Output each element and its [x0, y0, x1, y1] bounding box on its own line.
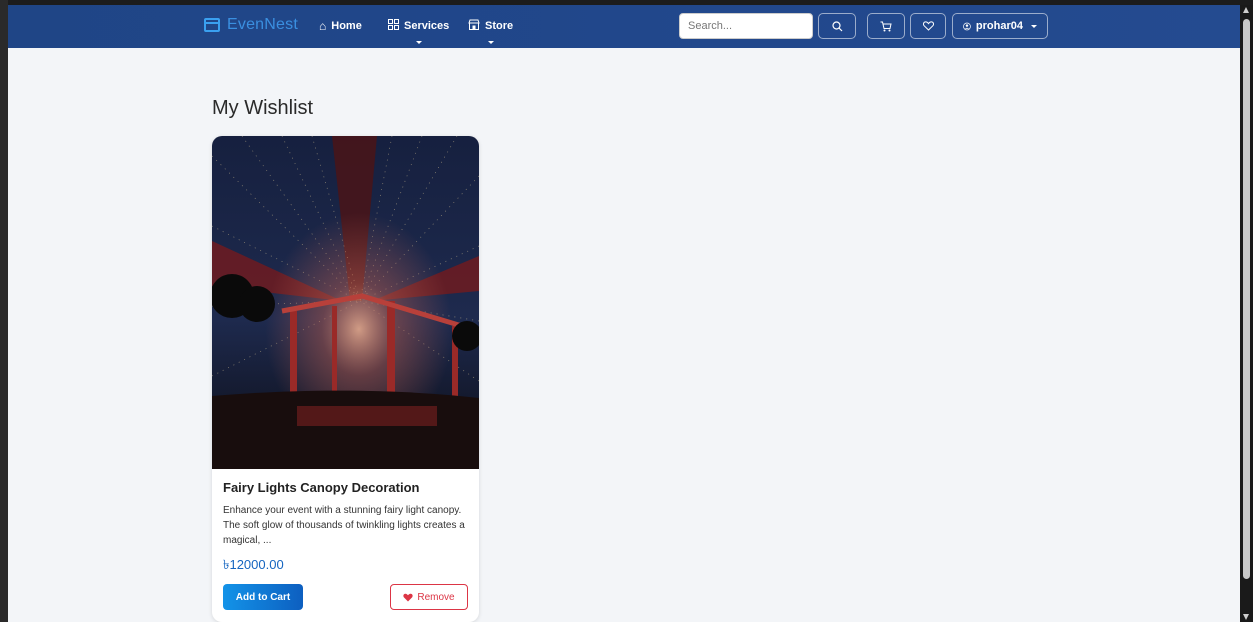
wishlist-button[interactable]: [910, 13, 946, 39]
calendar-icon: [204, 18, 220, 32]
product-description: Enhance your event with a stunning fairy…: [223, 505, 465, 546]
search-button[interactable]: [818, 13, 856, 39]
scrollbar[interactable]: [1240, 5, 1253, 622]
scrollbar-thumb[interactable]: [1243, 19, 1250, 579]
page-title: My Wishlist: [212, 97, 314, 119]
scroll-up-icon[interactable]: [1243, 7, 1249, 13]
heart-icon: [922, 21, 934, 31]
heart-icon: [403, 593, 414, 602]
chevron-down-icon: [1031, 24, 1037, 28]
username: prohar04: [975, 20, 1023, 32]
nav-store-dropdown[interactable]: Store: [468, 19, 514, 44]
scroll-down-icon[interactable]: [1243, 614, 1249, 620]
nav-home-label: Home: [331, 20, 362, 32]
product-title[interactable]: Fairy Lights Canopy Decoration: [223, 480, 468, 495]
product-price: ৳12000.00: [223, 557, 284, 572]
cart-icon: [880, 21, 892, 31]
nav-services-label: Services: [404, 20, 450, 32]
remove-button[interactable]: Remove: [390, 584, 468, 610]
nav-services-dropdown[interactable]: Services: [388, 19, 450, 44]
chevron-down-icon: [487, 41, 494, 44]
grid-icon: [388, 19, 399, 33]
product-image[interactable]: [212, 136, 479, 469]
user-circle-icon: [963, 22, 971, 30]
search-input[interactable]: [679, 13, 813, 39]
remove-label: Remove: [417, 591, 455, 603]
search-icon: [831, 20, 842, 31]
add-to-cart-button[interactable]: Add to Cart: [223, 584, 303, 610]
store-icon: [468, 19, 480, 33]
card-body: Fairy Lights Canopy Decoration Enhance y…: [223, 480, 468, 577]
cart-button[interactable]: [867, 13, 905, 39]
nav-store-label: Store: [485, 20, 514, 32]
brand-link[interactable]: EvenNest: [204, 16, 298, 34]
wishlist-card: Fairy Lights Canopy Decoration Enhance y…: [212, 136, 479, 622]
nav-home-link[interactable]: ⌂ Home: [319, 19, 362, 33]
home-icon: ⌂: [319, 19, 327, 33]
chevron-down-icon: [415, 41, 422, 44]
window-left-edge: [0, 0, 8, 622]
brand-name: EvenNest: [227, 16, 298, 33]
navbar: EvenNest ⌂ Home Services Store prohar04: [8, 5, 1240, 48]
user-menu-button[interactable]: prohar04: [952, 13, 1048, 39]
